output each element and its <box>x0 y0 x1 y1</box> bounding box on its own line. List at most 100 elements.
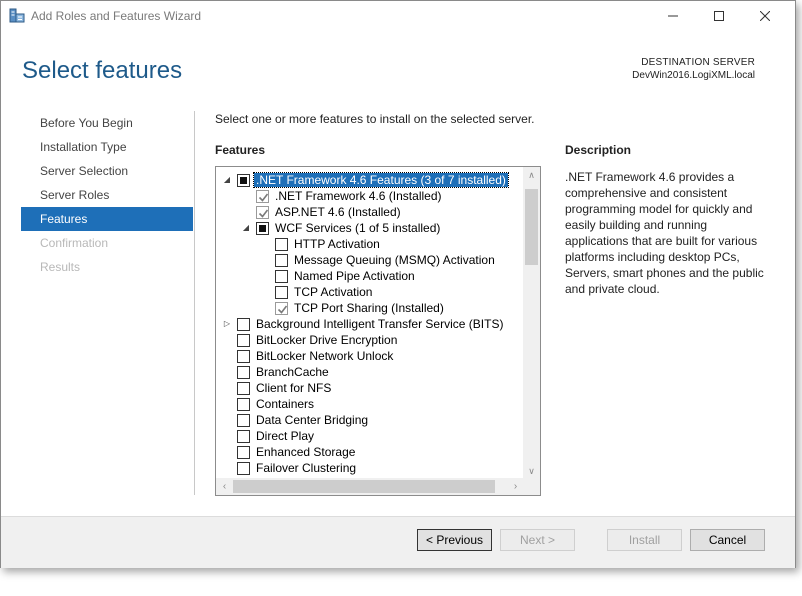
instruction-text: Select one or more features to install o… <box>215 112 535 126</box>
scrollbar-corner <box>523 478 540 495</box>
feature-checkbox[interactable] <box>237 334 250 347</box>
feature-row[interactable]: Failover Clustering <box>216 460 524 476</box>
feature-checkbox-checked <box>256 190 269 203</box>
next-button: Next > <box>500 529 575 551</box>
feature-label: Direct Play <box>256 429 315 443</box>
feature-checkbox[interactable] <box>237 382 250 395</box>
description-heading: Description <box>565 143 632 157</box>
feature-label: Background Intelligent Transfer Service … <box>256 317 504 331</box>
vertical-scrollbar[interactable]: ∧ ∨ <box>523 167 540 480</box>
feature-checkbox[interactable] <box>237 318 250 331</box>
feature-row[interactable]: Message Queuing (MSMQ) Activation <box>216 252 524 268</box>
feature-label: Named Pipe Activation <box>294 269 415 283</box>
maximize-button[interactable] <box>696 1 742 31</box>
horizontal-scrollbar[interactable]: ‹ › <box>216 478 524 495</box>
feature-row[interactable]: BranchCache <box>216 364 524 380</box>
feature-checkbox[interactable] <box>275 238 288 251</box>
close-button[interactable] <box>742 1 788 31</box>
cancel-button[interactable]: Cancel <box>690 529 765 551</box>
nav-item-results: Results <box>21 255 193 279</box>
feature-row[interactable]: BitLocker Drive Encryption <box>216 332 524 348</box>
wizard-window: Add Roles and Features Wizard Select fea… <box>0 0 796 568</box>
feature-label: .NET Framework 4.6 (Installed) <box>275 189 442 203</box>
feature-row[interactable]: Containers <box>216 396 524 412</box>
feature-checkbox[interactable] <box>275 254 288 267</box>
feature-checkbox-partial[interactable] <box>237 174 250 187</box>
feature-checkbox[interactable] <box>237 446 250 459</box>
nav-item-label: Before You Begin <box>40 116 133 130</box>
feature-checkbox[interactable] <box>237 414 250 427</box>
vertical-scroll-thumb[interactable] <box>525 189 538 265</box>
destination-server-label: DESTINATION SERVER <box>641 57 755 68</box>
title-bar[interactable]: Add Roles and Features Wizard <box>1 1 795 31</box>
window-title: Add Roles and Features Wizard <box>31 9 202 23</box>
feature-row[interactable]: ▷ Background Intelligent Transfer Service… <box>216 316 524 332</box>
nav-item-confirmation: Confirmation <box>21 231 193 255</box>
feature-checkbox[interactable] <box>237 462 250 475</box>
feature-label: Failover Clustering <box>256 461 357 475</box>
minimize-button[interactable] <box>650 1 696 31</box>
nav-item-label: Server Selection <box>40 164 129 178</box>
nav-item-label: Confirmation <box>40 236 109 250</box>
feature-label: BitLocker Network Unlock <box>256 349 394 363</box>
feature-row[interactable]: ASP.NET 4.6 (Installed) <box>216 204 524 220</box>
scroll-left-arrow-icon[interactable]: ‹ <box>216 478 233 495</box>
maximize-icon <box>714 11 724 21</box>
features-tree[interactable]: ◢ .NET Framework 4.6 Features (3 of 7 ins… <box>215 166 541 496</box>
nav-item-server-selection[interactable]: Server Selection <box>21 159 193 183</box>
feature-label: Message Queuing (MSMQ) Activation <box>294 253 495 267</box>
feature-row[interactable]: ◢ WCF Services (1 of 5 installed) <box>216 220 524 236</box>
feature-label: Client for NFS <box>256 381 332 395</box>
feature-label: TCP Port Sharing (Installed) <box>294 301 444 315</box>
description-text: .NET Framework 4.6 provides a comprehens… <box>565 170 764 296</box>
nav-item-label: Results <box>40 260 81 274</box>
feature-label: HTTP Activation <box>294 237 380 251</box>
feature-label: WCF Services (1 of 5 installed) <box>275 221 441 235</box>
feature-label: .NET Framework 4.6 Features (3 of 7 inst… <box>253 172 509 188</box>
feature-label: Enhanced Storage <box>256 445 356 459</box>
feature-checkbox[interactable] <box>237 430 250 443</box>
feature-row[interactable]: BitLocker Network Unlock <box>216 348 524 364</box>
feature-row[interactable]: .NET Framework 4.6 (Installed) <box>216 188 524 204</box>
feature-row[interactable]: ◢ .NET Framework 4.6 Features (3 of 7 ins… <box>216 172 524 188</box>
feature-checkbox-checked <box>275 302 288 315</box>
nav-item-features[interactable]: Features <box>21 207 193 231</box>
feature-row[interactable]: TCP Port Sharing (Installed) <box>216 300 524 316</box>
feature-row[interactable]: Enhanced Storage <box>216 444 524 460</box>
feature-checkbox-partial[interactable] <box>256 222 269 235</box>
feature-label: Data Center Bridging <box>256 413 369 427</box>
feature-label: Containers <box>256 397 315 411</box>
feature-row[interactable]: HTTP Activation <box>216 236 524 252</box>
wizard-footer: < Previous Next > Install Cancel <box>1 516 795 568</box>
feature-label: BitLocker Drive Encryption <box>256 333 398 347</box>
nav-item-label: Server Roles <box>40 188 110 202</box>
server-manager-icon <box>9 8 25 24</box>
expanded-arrow-icon[interactable]: ◢ <box>222 172 232 188</box>
feature-row[interactable]: Named Pipe Activation <box>216 268 524 284</box>
expanded-arrow-icon[interactable]: ◢ <box>241 220 251 236</box>
feature-checkbox[interactable] <box>237 350 250 363</box>
collapsed-arrow-icon[interactable]: ▷ <box>222 316 232 332</box>
nav-item-before-you-begin[interactable]: Before You Begin <box>21 111 193 135</box>
feature-row[interactable]: Data Center Bridging <box>216 412 524 428</box>
feature-checkbox[interactable] <box>275 270 288 283</box>
feature-row[interactable]: TCP Activation <box>216 284 524 300</box>
minimize-icon <box>668 15 678 17</box>
horizontal-scroll-thumb[interactable] <box>233 480 495 493</box>
scroll-right-arrow-icon[interactable]: › <box>507 478 524 495</box>
nav-item-label: Installation Type <box>40 140 127 154</box>
nav-item-installation-type[interactable]: Installation Type <box>21 135 193 159</box>
nav-item-label: Features <box>40 212 88 226</box>
feature-checkbox[interactable] <box>237 366 250 379</box>
close-icon <box>760 11 770 21</box>
feature-checkbox[interactable] <box>237 398 250 411</box>
features-heading: Features <box>215 143 266 157</box>
nav-item-server-roles[interactable]: Server Roles <box>21 183 193 207</box>
feature-checkbox-checked <box>256 206 269 219</box>
destination-server-name: DevWin2016.LogiXML.local <box>632 70 755 81</box>
previous-button[interactable]: < Previous <box>417 529 492 551</box>
feature-row[interactable]: Client for NFS <box>216 380 524 396</box>
scroll-up-arrow-icon[interactable]: ∧ <box>523 167 540 184</box>
feature-row[interactable]: Direct Play <box>216 428 524 444</box>
feature-checkbox[interactable] <box>275 286 288 299</box>
